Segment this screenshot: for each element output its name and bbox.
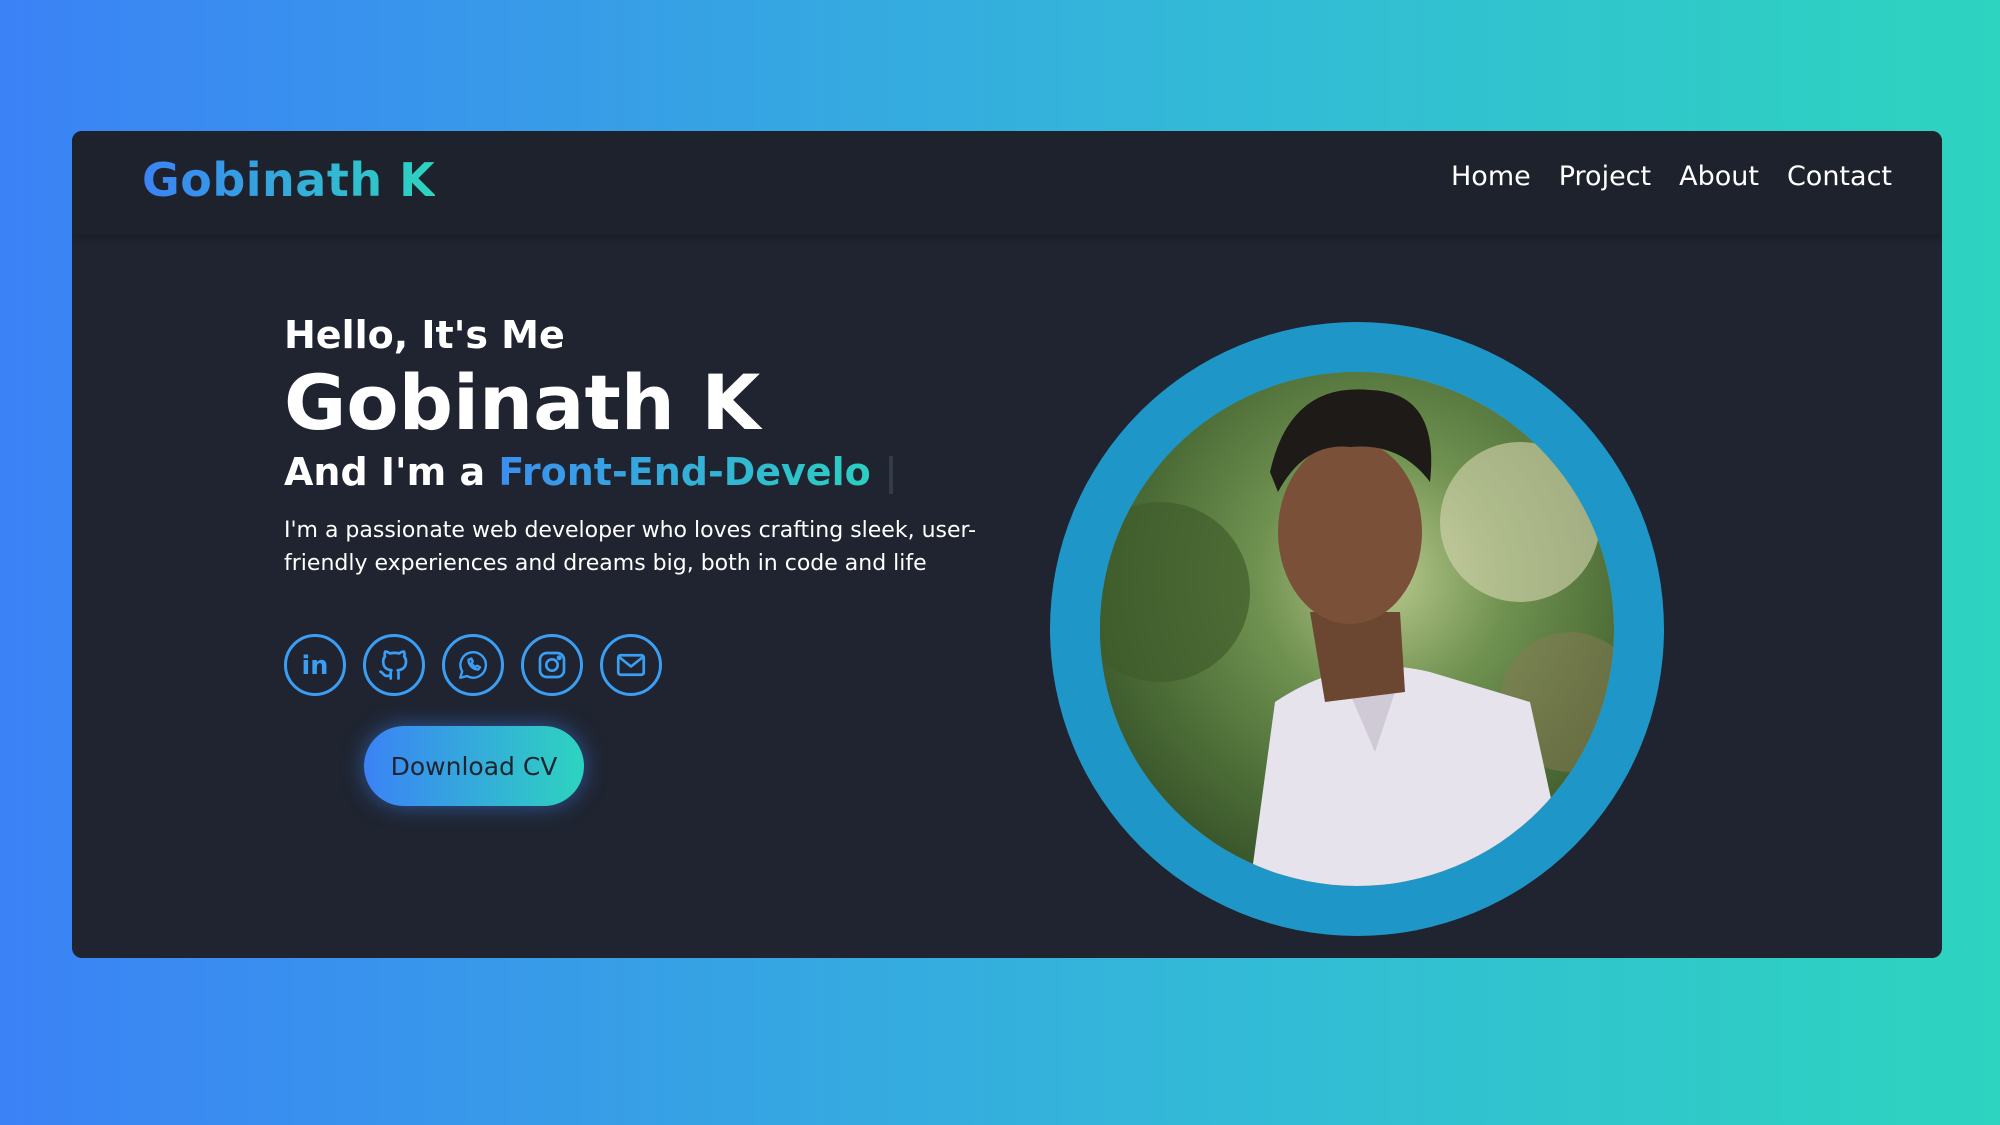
main-nav: Home Project About Contact	[1451, 161, 1892, 192]
role-typed: Front-End-Develo	[498, 450, 871, 495]
download-cv-button[interactable]: Download CV	[364, 726, 584, 806]
hero-text: Hello, It's Me Gobinath K And I'm a Fron…	[284, 313, 1004, 696]
portfolio-window: Gobinath K Home Project About Contact He…	[72, 131, 1942, 958]
svg-text:in: in	[302, 651, 329, 681]
mail-icon[interactable]	[600, 633, 662, 696]
social-links: in	[284, 633, 1004, 696]
profile-photo	[1100, 372, 1614, 886]
nav-about[interactable]: About	[1679, 161, 1759, 192]
hero-bio: I'm a passionate web developer who loves…	[284, 517, 977, 576]
profile-ring	[1050, 322, 1664, 936]
linkedin-icon[interactable]: in	[284, 633, 346, 696]
hero-role: And I'm a Front-End-Develo	[284, 450, 1004, 496]
nav-home[interactable]: Home	[1451, 161, 1531, 192]
typing-cursor	[888, 455, 893, 494]
navbar: Gobinath K Home Project About Contact	[72, 131, 1942, 235]
site-logo[interactable]: Gobinath K	[142, 153, 435, 207]
whatsapp-icon[interactable]	[442, 633, 504, 696]
role-prefix: And I'm a	[284, 450, 486, 495]
hero-greeting: Hello, It's Me	[284, 313, 565, 357]
instagram-icon[interactable]	[521, 633, 583, 696]
github-icon[interactable]	[363, 633, 425, 696]
nav-project[interactable]: Project	[1559, 161, 1651, 192]
hero-name: Gobinath K	[284, 357, 761, 447]
nav-contact[interactable]: Contact	[1787, 161, 1892, 192]
